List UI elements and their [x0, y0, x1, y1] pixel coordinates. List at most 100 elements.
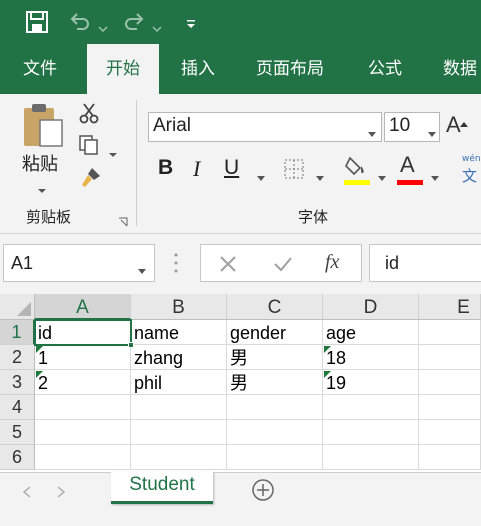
paste-dropdown-icon[interactable]	[37, 180, 47, 193]
borders-icon[interactable]	[283, 158, 305, 180]
ribbon: 粘贴 剪贴板 Arial 10 A B I U A wén 文 字体	[0, 94, 481, 234]
cell-c4[interactable]	[227, 395, 323, 420]
row-header-5[interactable]: 5	[0, 420, 35, 445]
row-header-3[interactable]: 3	[0, 370, 35, 395]
font-group-label: 字体	[298, 208, 329, 226]
cell-a2[interactable]: 1	[35, 345, 131, 370]
cell-e5[interactable]	[419, 420, 481, 445]
cell-b4[interactable]	[131, 395, 227, 420]
cell-d5[interactable]	[323, 420, 419, 445]
cell-d3[interactable]: 19	[323, 370, 419, 395]
font-color-glyph[interactable]: A	[400, 152, 415, 178]
font-size-dropdown-icon[interactable]	[427, 124, 437, 143]
fill-color-dropdown-icon[interactable]	[377, 168, 387, 187]
copy-dropdown-icon[interactable]	[108, 144, 118, 157]
font-name-select[interactable]: Arial	[148, 112, 382, 142]
column-header-b[interactable]: B	[131, 294, 227, 320]
formula-input[interactable]: id	[369, 244, 481, 282]
cell-b5[interactable]	[131, 420, 227, 445]
tab-insert[interactable]: 插入	[162, 44, 234, 94]
fill-handle[interactable]	[128, 342, 134, 348]
sheet-tab-label: Student	[129, 474, 195, 495]
cell-a6[interactable]	[35, 445, 131, 470]
error-indicator-icon[interactable]	[324, 346, 331, 353]
cell-c3[interactable]: 男	[227, 370, 323, 395]
font-color-dropdown-icon[interactable]	[430, 168, 440, 187]
cell-e3[interactable]	[419, 370, 481, 395]
format-painter-icon[interactable]	[78, 166, 102, 188]
tab-data[interactable]: 数据	[430, 44, 481, 94]
redo-dropdown-icon[interactable]	[152, 18, 162, 33]
column-header-a[interactable]: A	[35, 294, 131, 320]
row-header-4[interactable]: 4	[0, 395, 35, 420]
add-sheet-icon[interactable]	[251, 478, 275, 506]
cell-e6[interactable]	[419, 445, 481, 470]
tab-formulas[interactable]: 公式	[350, 44, 420, 94]
cancel-entry-icon[interactable]	[219, 255, 237, 277]
copy-icon[interactable]	[78, 134, 100, 156]
clipboard-dialog-launcher-icon[interactable]	[118, 212, 128, 227]
customize-toolbar-icon[interactable]	[185, 15, 197, 28]
cell-d2[interactable]: 18	[323, 345, 419, 370]
cell-c2[interactable]: 男	[227, 345, 323, 370]
font-size-select[interactable]: 10	[384, 112, 440, 142]
borders-dropdown-icon[interactable]	[315, 168, 325, 187]
cell-c5[interactable]	[227, 420, 323, 445]
cell-b3[interactable]: phil	[131, 370, 227, 395]
select-all-corner[interactable]	[0, 294, 35, 320]
fill-color-swatch	[344, 180, 370, 185]
column-header-e[interactable]: E	[419, 294, 481, 320]
name-box[interactable]: A1	[3, 244, 155, 282]
formula-input-value: id	[385, 253, 400, 273]
grow-font-button[interactable]: A	[446, 112, 470, 140]
tab-home[interactable]: 开始	[87, 44, 159, 94]
row-header-2[interactable]: 2	[0, 345, 35, 370]
cell-e2[interactable]	[419, 345, 481, 370]
cell-b6[interactable]	[131, 445, 227, 470]
scroll-sheets-left-icon[interactable]	[22, 483, 32, 502]
bold-button[interactable]: B	[158, 156, 173, 180]
insert-function-button[interactable]: fx	[325, 251, 339, 274]
cell-a3[interactable]: 2	[35, 370, 131, 395]
underline-button[interactable]: U	[224, 156, 239, 180]
font-name-dropdown-icon[interactable]	[367, 124, 377, 143]
tab-page-layout[interactable]: 页面布局	[244, 44, 336, 94]
row-header-1[interactable]: 1	[0, 320, 35, 345]
cell-c6[interactable]	[227, 445, 323, 470]
error-indicator-icon[interactable]	[324, 371, 331, 378]
redo-icon[interactable]	[122, 10, 146, 34]
cell-d6[interactable]	[323, 445, 419, 470]
font-color-swatch	[397, 180, 423, 185]
cell-e1[interactable]	[419, 320, 481, 345]
phonetic-guide-button[interactable]: wén 文	[460, 152, 481, 186]
cell-d1[interactable]: age	[323, 320, 419, 345]
save-icon[interactable]	[26, 11, 48, 33]
error-indicator-icon[interactable]	[36, 371, 43, 378]
cell-b1[interactable]: name	[131, 320, 227, 345]
sheet-tab-student[interactable]: Student	[111, 472, 213, 504]
error-indicator-icon[interactable]	[36, 346, 43, 353]
grow-font-glyph: A	[446, 112, 461, 137]
underline-dropdown-icon[interactable]	[256, 168, 266, 187]
cell-d4[interactable]	[323, 395, 419, 420]
column-header-d[interactable]: D	[323, 294, 419, 320]
paste-icon[interactable]	[22, 102, 66, 148]
cell-c1[interactable]: gender	[227, 320, 323, 345]
cut-icon[interactable]	[78, 102, 100, 124]
cell-b2[interactable]: zhang	[131, 345, 227, 370]
undo-icon[interactable]	[68, 10, 92, 34]
cell-e4[interactable]	[419, 395, 481, 420]
tab-file[interactable]: 文件	[5, 44, 75, 94]
name-box-dropdown-icon[interactable]	[137, 261, 147, 280]
column-header-c[interactable]: C	[227, 294, 323, 320]
italic-button[interactable]: I	[193, 156, 200, 182]
scroll-sheets-right-icon[interactable]	[56, 483, 66, 502]
cell-a4[interactable]	[35, 395, 131, 420]
row-header-6[interactable]: 6	[0, 445, 35, 470]
grow-font-caret-icon	[460, 112, 468, 131]
paste-button-label[interactable]: 粘贴	[22, 150, 58, 176]
undo-dropdown-icon[interactable]	[98, 18, 108, 33]
confirm-entry-icon[interactable]	[273, 255, 293, 277]
formula-bar: A1 fx id	[0, 234, 481, 294]
cell-a5[interactable]	[35, 420, 131, 445]
